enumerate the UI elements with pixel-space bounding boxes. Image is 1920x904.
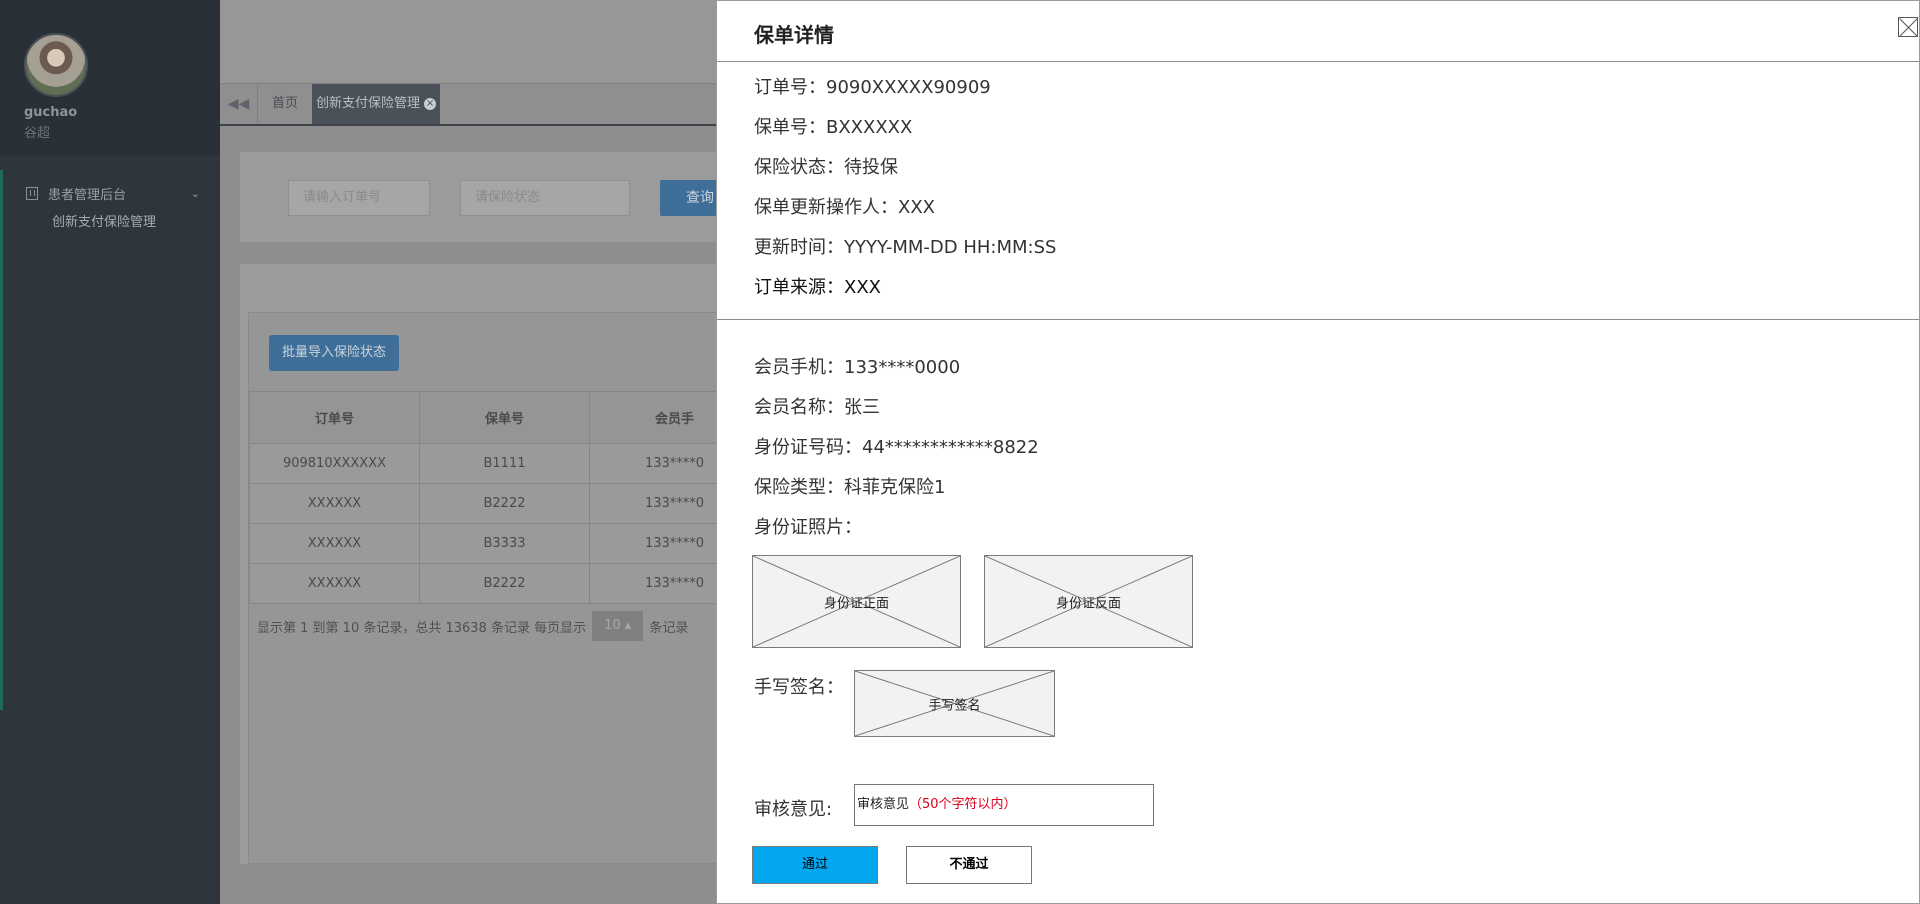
user-name: guchao [24, 105, 78, 120]
user-subname: 谷超 [24, 126, 51, 141]
operator-field: 保单更新操作人：XXX [754, 197, 935, 218]
policy-table: 订单号 保单号 会员手 909810XXXXXX B1111 133****0 … [249, 391, 760, 604]
table-cell: XXXXXX [249, 483, 420, 524]
approve-button[interactable]: 通过 [752, 846, 878, 884]
close-icon[interactable] [1898, 17, 1918, 37]
tab-label: 创新支付保险管理 [316, 96, 421, 111]
policy-number-field: 保单号：BXXXXXX [754, 117, 913, 138]
order-source-field: 订单来源：XXX [754, 277, 881, 298]
column-header[interactable]: 订单号 [249, 391, 420, 444]
review-opinion-label: 审核意见: [754, 799, 833, 820]
table-row[interactable]: XXXXXX B2222 133****0 [249, 563, 760, 604]
sidebar-item-insurance-management[interactable]: 创新支付保险管理 [0, 208, 220, 238]
signature-label: 手写签名： [754, 677, 844, 698]
review-input-hint: （50个字符以内） [909, 797, 1017, 812]
order-number-field: 订单号：9090XXXXX90909 [754, 77, 991, 98]
panel-header: 保单详情 [717, 1, 1919, 62]
page-size-select[interactable]: 10 ▴ [592, 611, 644, 641]
order-number-input[interactable]: 请输入订单号 [288, 180, 430, 216]
member-phone-field: 会员手机：133****0000 [754, 357, 961, 378]
table-cell: B3333 [419, 523, 590, 564]
column-header[interactable]: 保单号 [419, 391, 590, 444]
id-card-front-image[interactable]: 身份证正面 [752, 555, 961, 648]
table-cell: XXXXXX [249, 563, 420, 604]
insurance-status-select[interactable]: 请保险状态 [460, 180, 630, 216]
page-size-value: 10 [604, 618, 621, 633]
close-tab-icon[interactable]: × [424, 98, 437, 110]
table-cell: XXXXXX [249, 523, 420, 564]
tabs-scroll-left-icon[interactable]: ◀◀ [220, 84, 258, 124]
tab-insurance-management[interactable]: 创新支付保险管理 × [312, 84, 441, 124]
chevron-down-icon: ⌄ [190, 186, 200, 200]
pagination-suffix: 条记录 [649, 620, 689, 636]
sidebar: guchao 谷超 患者管理后台 ⌄ 创新支付保险管理 [0, 0, 220, 904]
signature-caption: 手写签名 [928, 698, 981, 713]
member-name-field: 会员名称：张三 [754, 397, 880, 418]
insurance-status-field: 保险状态：待投保 [754, 157, 898, 178]
bulk-import-button[interactable]: 批量导入保险状态 [269, 335, 399, 371]
id-card-front-caption: 身份证正面 [823, 596, 889, 611]
id-photo-label: 身份证照片： [754, 517, 862, 538]
id-card-back-caption: 身份证反面 [1055, 596, 1121, 611]
sidebar-group-label: 患者管理后台 [48, 187, 127, 203]
policy-detail-panel: 保单详情 订单号：9090XXXXX90909 保单号：BXXXXXX 保险状态… [716, 0, 1920, 904]
tab-home[interactable]: 首页 [258, 84, 312, 124]
review-input-prefix: 审核意见 [857, 797, 910, 812]
table-row[interactable]: 909810XXXXXX B1111 133****0 [249, 443, 760, 484]
avatar[interactable] [24, 33, 88, 97]
table-cell: B2222 [419, 563, 590, 604]
reject-button[interactable]: 不通过 [906, 846, 1032, 884]
building-icon [26, 186, 38, 200]
user-profile: guchao 谷超 [0, 0, 220, 156]
id-card-back-image[interactable]: 身份证反面 [984, 555, 1193, 648]
pagination-info: 显示第 1 到第 10 条记录，总共 13638 条记录 每页显示 10 ▴ 条… [257, 611, 688, 641]
table-row[interactable]: XXXXXX B2222 133****0 [249, 483, 760, 524]
table-row[interactable]: XXXXXX B3333 133****0 [249, 523, 760, 564]
table-cell: 909810XXXXXX [249, 443, 420, 484]
panel-title: 保单详情 [754, 23, 834, 47]
policy-info-section [717, 62, 1919, 320]
insurance-type-field: 保险类型：科菲克保险1 [754, 477, 946, 498]
table-cell: B2222 [419, 483, 590, 524]
review-opinion-input[interactable]: 审核意见（50个字符以内） [854, 784, 1154, 826]
sidebar-group-patient-admin[interactable]: 患者管理后台 ⌄ [0, 178, 220, 208]
pagination-summary: 显示第 1 到第 10 条记录，总共 13638 条记录 每页显示 [257, 620, 587, 636]
sidebar-active-indicator [0, 170, 3, 710]
table-cell: B1111 [419, 443, 590, 484]
sidebar-menu: 患者管理后台 ⌄ 创新支付保险管理 [0, 178, 220, 238]
id-number-field: 身份证号码：44************8822 [754, 437, 1039, 458]
handwritten-signature-image[interactable]: 手写签名 [854, 670, 1055, 737]
updated-time-field: 更新时间：YYYY-MM-DD HH:MM:SS [754, 237, 1057, 258]
